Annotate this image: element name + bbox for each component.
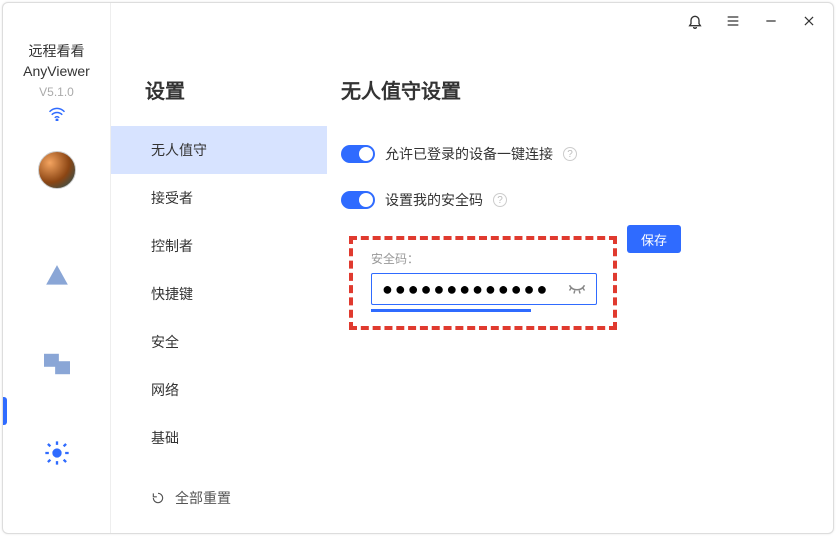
reset-all-button[interactable]: 全部重置 <box>145 478 327 518</box>
subnav-item-basic[interactable]: 基础 <box>111 414 327 462</box>
toggle-oneclick[interactable] <box>341 145 375 163</box>
subnav-item-receiver[interactable]: 接受者 <box>111 174 327 222</box>
left-rail: 远程看看 AnyViewer V5.1.0 <box>3 3 111 533</box>
brand-line2: AnyViewer <box>23 63 90 79</box>
version-label: V5.1.0 <box>39 85 74 99</box>
reset-all-label: 全部重置 <box>175 488 231 508</box>
rail-sessions-icon[interactable] <box>3 353 110 375</box>
subnav-item-shortcuts[interactable]: 快捷键 <box>111 270 327 318</box>
rail-active-indicator <box>3 397 7 425</box>
rail-devices-icon[interactable] <box>3 263 110 289</box>
subnav-item-controller[interactable]: 控制者 <box>111 222 327 270</box>
strength-bar <box>371 309 531 312</box>
brand-line1: 远程看看 <box>29 41 85 61</box>
help-icon[interactable]: ? <box>563 147 577 161</box>
toggle-row-oneclick: 允许已登录的设备一键连接 ? <box>341 144 833 164</box>
save-button[interactable]: 保存 <box>627 225 681 253</box>
content-title: 无人值守设置 <box>341 75 833 104</box>
content: 无人值守设置 允许已登录的设备一键连接 ? 设置我的安全码 ? 安全码： <box>327 3 833 533</box>
toggle-securitycode[interactable] <box>341 191 375 209</box>
subnav-item-unattended[interactable]: 无人值守 <box>111 126 327 174</box>
app-window: 远程看看 AnyViewer V5.1.0 设置 无人值守 接受者 控制者 快捷… <box>2 2 834 534</box>
toggle-row-securitycode: 设置我的安全码 ? <box>341 190 833 210</box>
subnav-item-network[interactable]: 网络 <box>111 366 327 414</box>
avatar[interactable] <box>38 151 76 189</box>
subnav-title: 设置 <box>145 75 327 104</box>
toggle-oneclick-label: 允许已登录的设备一键连接 <box>385 144 553 164</box>
subnav-item-security[interactable]: 安全 <box>111 318 327 366</box>
security-code-field-wrap <box>371 273 595 305</box>
help-icon[interactable]: ? <box>493 193 507 207</box>
eye-icon[interactable] <box>567 279 587 299</box>
rail-settings-icon[interactable] <box>3 439 110 467</box>
wifi-icon <box>48 107 66 121</box>
settings-subnav: 设置 无人值守 接受者 控制者 快捷键 安全 网络 基础 全部重置 <box>111 3 327 533</box>
security-code-input[interactable] <box>371 273 597 305</box>
highlight-box: 安全码： <box>349 236 617 330</box>
undo-icon <box>151 491 165 505</box>
toggle-securitycode-label: 设置我的安全码 <box>385 190 483 210</box>
security-code-area: 安全码： <box>341 236 833 330</box>
main: 设置 无人值守 接受者 控制者 快捷键 安全 网络 基础 全部重置 无人值守设置… <box>111 3 833 533</box>
security-code-label: 安全码： <box>371 250 595 267</box>
